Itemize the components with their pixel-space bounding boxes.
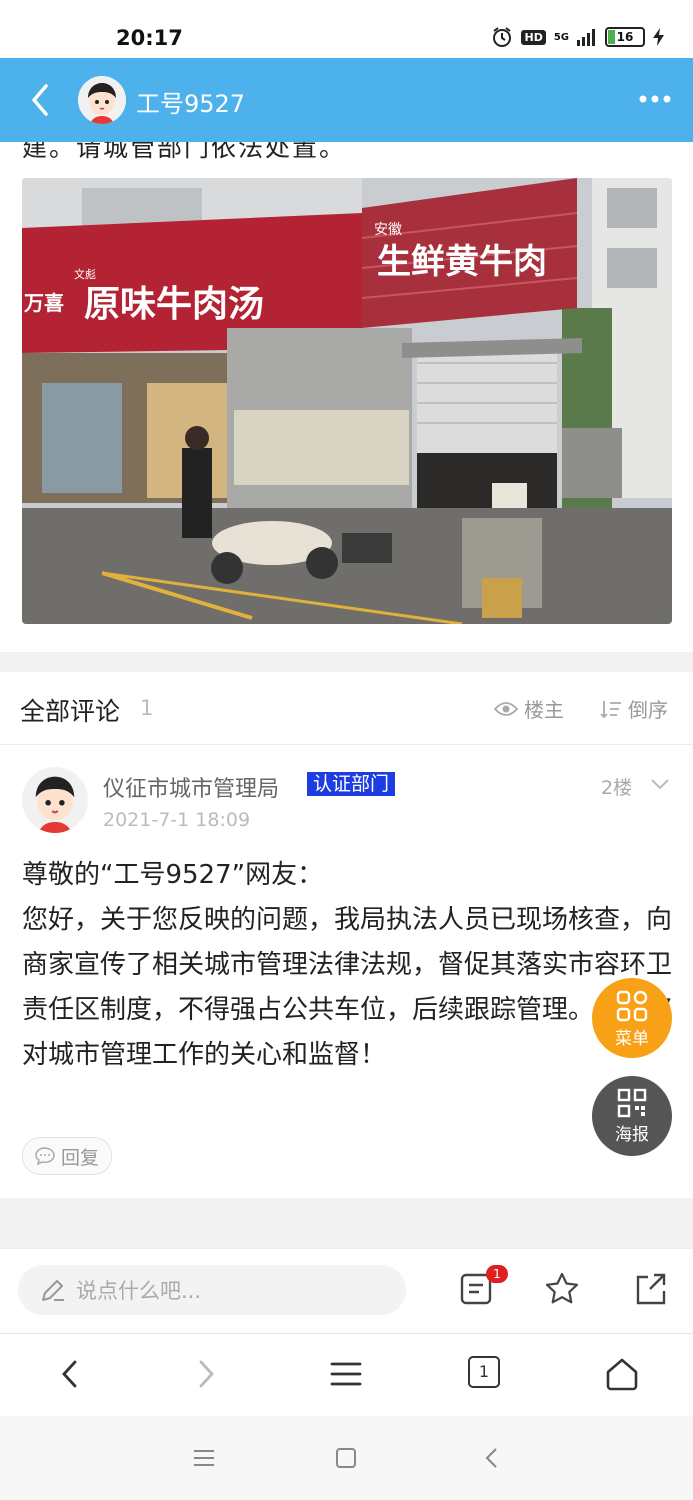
comment-input-placeholder: 说点什么吧... [76, 1279, 202, 1303]
comment-input-bar: 说点什么吧... 1 [0, 1248, 693, 1333]
bottom-divider [0, 1198, 693, 1248]
battery-level: 16 [616, 30, 634, 44]
reply-label: 回复 [61, 1146, 100, 1169]
photo-sign-right: 生鲜黄牛肉 [377, 242, 547, 282]
user-avatar[interactable] [78, 76, 126, 124]
chat-bubble-icon [35, 1147, 55, 1165]
comments-title: 全部评论 [20, 697, 121, 726]
status-bar: 20:17 HD 5G 16 [0, 0, 693, 58]
qr-code-icon [617, 1088, 647, 1118]
more-dots-icon[interactable] [639, 94, 671, 104]
system-navigation-bar [0, 1416, 693, 1500]
hamburger-menu-icon[interactable] [330, 1356, 362, 1392]
share-icon[interactable] [632, 1271, 668, 1307]
header-username[interactable]: 工号9527 [136, 84, 245, 119]
system-back-icon[interactable] [480, 1446, 504, 1470]
menu-fab-label: 菜单 [615, 1029, 649, 1049]
photo-sign-right-small: 安徽 [374, 222, 402, 238]
signal-icon [577, 29, 595, 46]
photo-sign-left: 原味牛肉汤 [84, 283, 264, 325]
comments-header: 全部评论 1 楼主 倒序 [0, 672, 693, 745]
grid-menu-icon [616, 990, 648, 1022]
comment-input[interactable]: 说点什么吧... [18, 1265, 406, 1315]
recent-apps-icon[interactable] [192, 1446, 216, 1470]
star-icon[interactable] [544, 1271, 580, 1307]
poster-fab-label: 海报 [615, 1125, 649, 1145]
tabs-counter-button[interactable]: 1 [468, 1356, 500, 1388]
eye-icon [494, 701, 518, 716]
pencil-icon [42, 1280, 64, 1301]
reply-button[interactable]: 回复 [22, 1137, 113, 1175]
comments-count: 1 [140, 696, 154, 720]
browser-toolbar: 1 [0, 1333, 693, 1417]
alarm-icon [493, 27, 512, 47]
post-photo[interactable]: 万喜 文彪 原味牛肉汤 安徽 生鲜黄牛肉 [22, 178, 672, 624]
reverse-order-label: 倒序 [628, 698, 668, 722]
poster-fab[interactable]: 海报 [592, 1076, 672, 1156]
commenter-avatar[interactable] [22, 767, 88, 833]
verified-department-badge: 认证部门 [307, 772, 396, 796]
browser-back-icon[interactable] [58, 1356, 82, 1392]
comments-count-badge: 1 [486, 1265, 508, 1283]
owner-only-label: 楼主 [524, 698, 564, 722]
browser-forward-icon[interactable] [194, 1356, 218, 1392]
menu-fab[interactable]: 菜单 [592, 978, 672, 1058]
charging-icon [653, 28, 664, 46]
network-label: 5G [553, 31, 569, 43]
commenter-name[interactable]: 仪征市城市管理局 [103, 771, 279, 803]
photo-sign-left-small: 文彪 [74, 267, 96, 281]
status-time: 20:17 [116, 26, 183, 50]
back-icon[interactable] [26, 82, 56, 118]
top-navbar: 工号9527 [0, 58, 693, 142]
reverse-order-toggle[interactable]: 倒序 [600, 694, 668, 723]
battery-icon: 16 [605, 27, 645, 47]
system-home-icon[interactable] [334, 1446, 358, 1470]
status-icons: HD 5G 16 [491, 26, 665, 48]
home-icon[interactable] [604, 1356, 640, 1392]
floor-number: 2楼 [601, 777, 633, 799]
owner-only-toggle[interactable]: 楼主 [494, 694, 564, 723]
comment-body: 尊敬的“工号9527”网友： 您好，关于您反映的问题，我局执法人员已现场核查，向… [22, 860, 673, 1070]
comment-date: 2021-7-1 18:09 [103, 809, 251, 831]
section-divider [0, 652, 693, 672]
photo-sign-far-left: 万喜 [23, 291, 64, 315]
hd-icon: HD [521, 29, 546, 45]
chevron-down-icon[interactable] [650, 777, 670, 791]
sort-icon [600, 700, 621, 718]
